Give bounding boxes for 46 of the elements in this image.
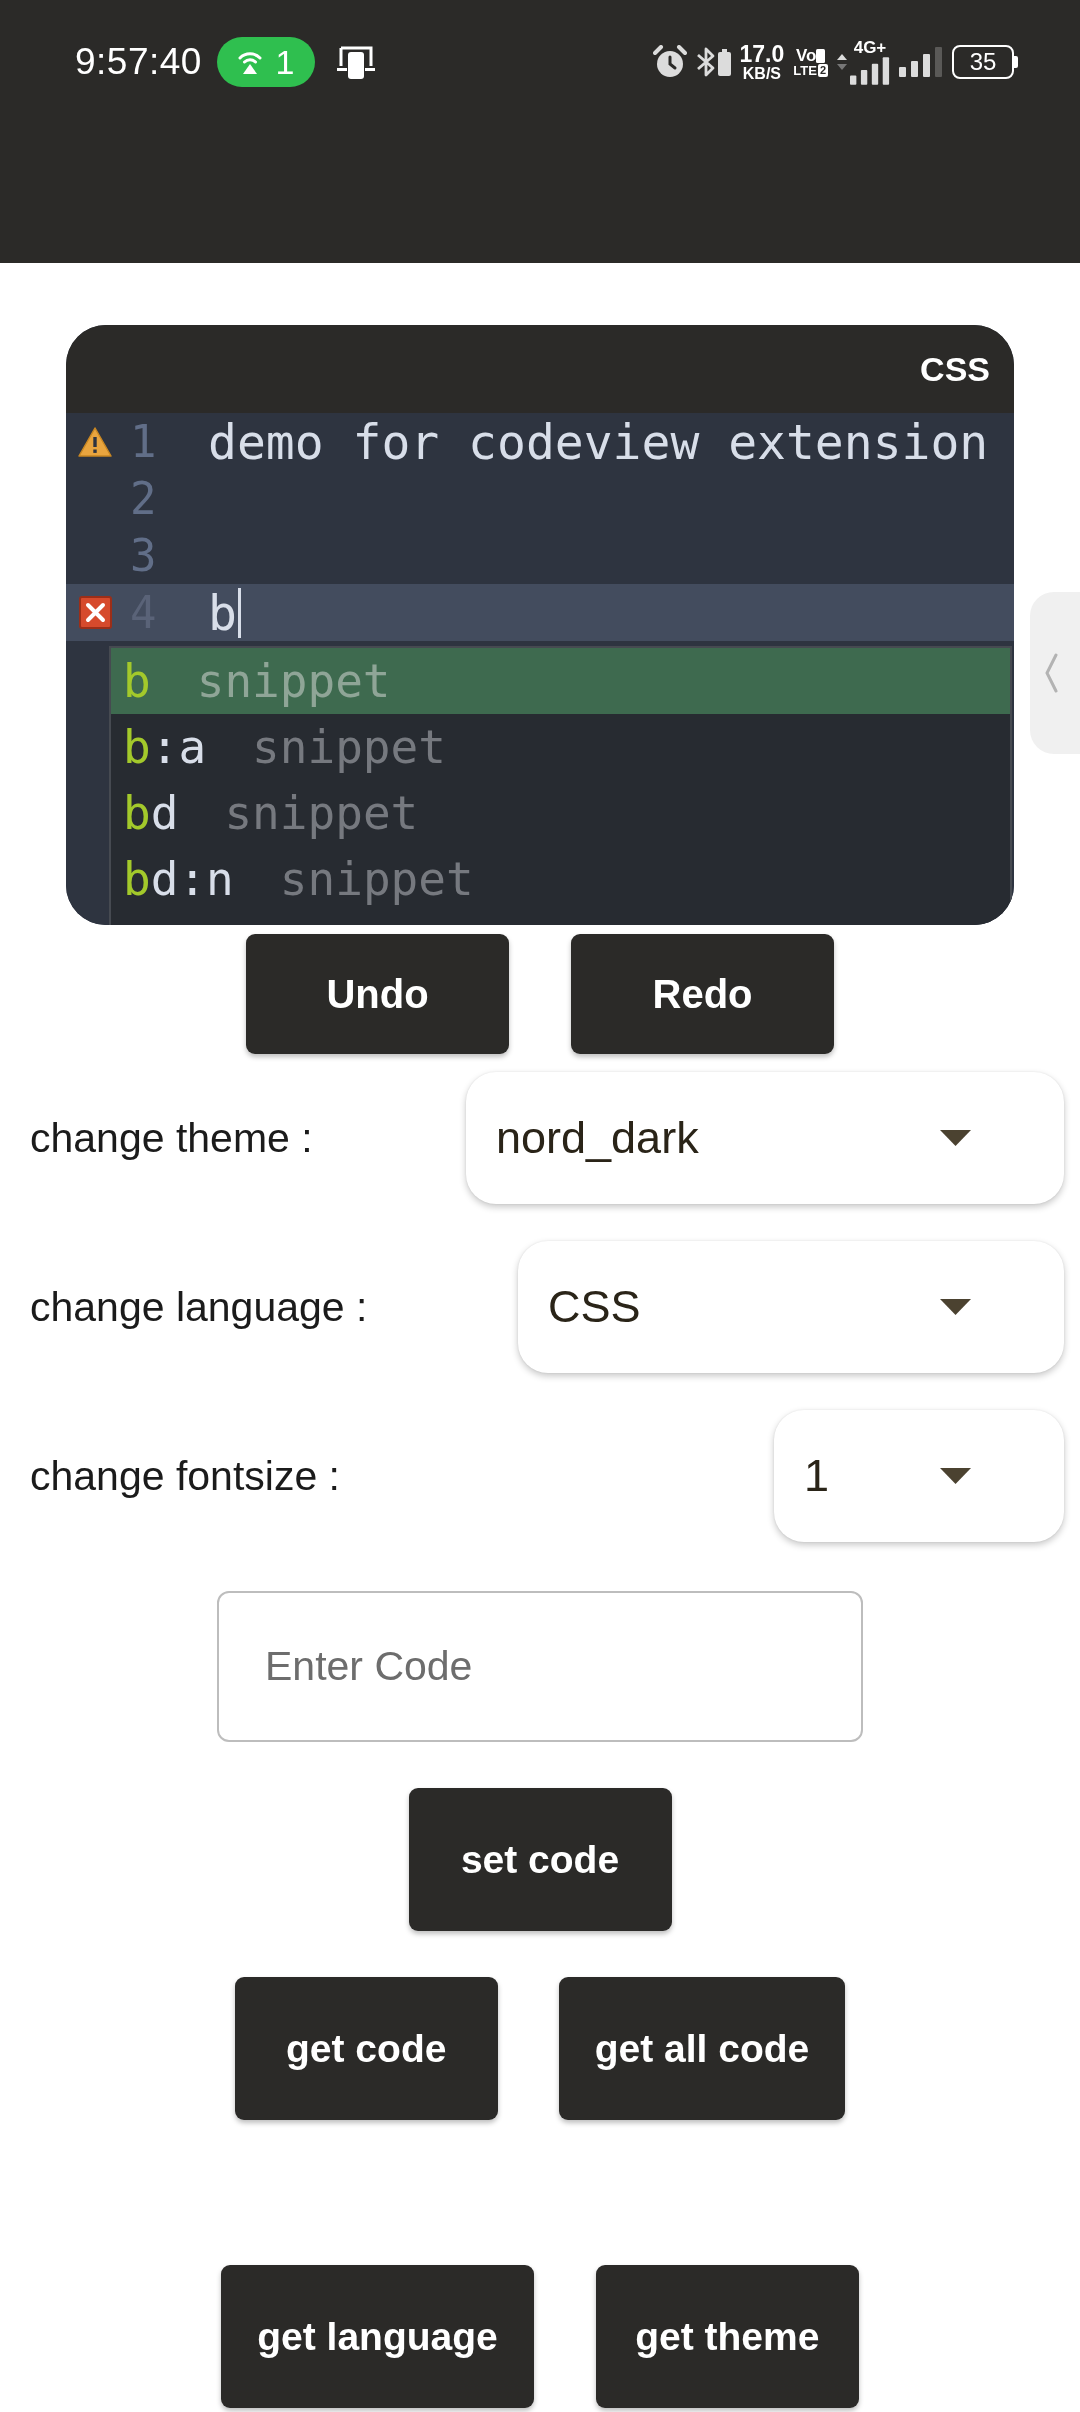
chevron-left-icon <box>1044 653 1058 693</box>
speed-unit: KB/S <box>742 65 781 82</box>
signal-bars-icon <box>899 47 943 77</box>
battery-indicator: 35 <box>952 45 1014 79</box>
network-type: 4G+ <box>853 38 887 56</box>
caret-down-icon <box>940 1130 971 1146</box>
signal-bars-icon <box>850 55 890 86</box>
bluetooth-icon <box>695 46 716 78</box>
line-number: 3 <box>130 530 157 581</box>
code-input-field[interactable]: Enter Code <box>217 1591 863 1742</box>
hotspot-count: 1 <box>275 42 295 82</box>
language-label: CSS <box>920 349 990 389</box>
battery-icon <box>717 48 731 76</box>
code-text: demo for codeview extension <box>208 413 989 470</box>
autocomplete-item[interactable]: bd:n snippet <box>111 846 1010 912</box>
volte-label: Vo <box>795 47 817 64</box>
setting-label: change fontsize : <box>30 1452 340 1500</box>
dropdown[interactable]: nord_dark <box>466 1072 1064 1204</box>
autocomplete-item[interactable]: b:a snippet <box>111 714 1010 780</box>
phone-screen-icon <box>336 44 375 80</box>
lte-label: LTE <box>793 64 817 77</box>
sim-number: 2 <box>817 64 828 77</box>
get-all-code-button[interactable]: get all code <box>558 1977 846 2120</box>
setting-label: change language : <box>30 1283 368 1331</box>
data-arrows-icon <box>837 54 847 70</box>
autocomplete-item[interactable]: bd snippet <box>111 780 1010 846</box>
line-number: 1 <box>130 416 157 467</box>
get-language-button[interactable]: get language <box>221 2265 534 2408</box>
edge-panel-handle[interactable] <box>1030 592 1080 754</box>
caret-down-icon <box>940 1468 971 1484</box>
setting-label: change theme : <box>30 1114 313 1162</box>
get-code-button[interactable]: get code <box>234 1977 498 2120</box>
status-time: 9:57:40 <box>75 41 202 83</box>
battery-tip-icon <box>1014 56 1018 68</box>
set-code-button[interactable]: set code <box>408 1788 672 1931</box>
get-theme-button[interactable]: get theme <box>595 2265 859 2408</box>
dropdown[interactable]: CSS <box>518 1241 1064 1373</box>
network-speed: 17.0 <box>739 42 785 66</box>
line-number: 2 <box>130 473 157 524</box>
dropdown[interactable]: 1 <box>774 1410 1064 1542</box>
sim-slot-icon <box>816 48 826 63</box>
alarm-clock-icon <box>652 45 687 79</box>
redo-button[interactable]: Redo <box>571 934 834 1054</box>
undo-button[interactable]: Undo <box>246 934 509 1054</box>
code-text: b <box>208 584 237 641</box>
caret-down-icon <box>940 1299 971 1315</box>
